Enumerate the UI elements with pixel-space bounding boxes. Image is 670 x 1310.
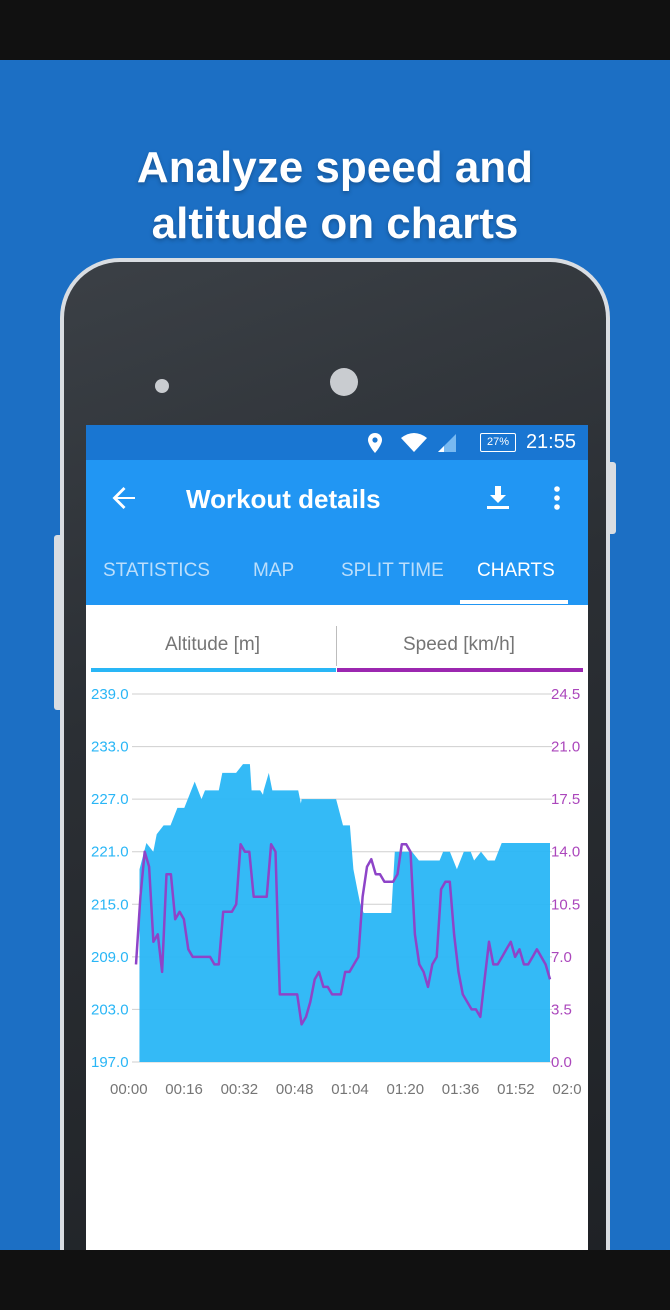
altitude-speed-chart: 239.0 24.5 233.0 21.0 227.0 17.5 221.0 14.0 215.… xyxy=(91,686,582,1098)
altitude-area xyxy=(139,764,550,1062)
x-tick-label: 01:36 xyxy=(442,1081,480,1098)
y-left-tick-label: 233.0 xyxy=(91,739,129,756)
headline-line-2: altitude on charts xyxy=(151,199,519,248)
phone-sensor xyxy=(155,379,169,393)
app-bar: Workout details STATISTICS MAP SPLIT TIM… xyxy=(86,460,588,605)
app-screen: 27% 21:55 Workout details STATISTICS MAP… xyxy=(86,425,588,1250)
y-right-tick-label: 14.0 xyxy=(551,844,580,861)
tab-split-time[interactable]: SPLIT TIME xyxy=(341,560,444,582)
tab-charts[interactable]: CHARTS xyxy=(477,560,555,582)
download-button[interactable] xyxy=(478,480,518,520)
y-right-tick-label: 17.5 xyxy=(551,791,580,808)
x-tick-label: 01:20 xyxy=(387,1081,425,1098)
y-right-tick-label: 10.5 xyxy=(551,896,580,913)
page-title: Workout details xyxy=(186,484,381,514)
y-left-tick-label: 215.0 xyxy=(91,896,129,913)
battery-indicator: 27% xyxy=(480,433,516,452)
system-bottom-bar xyxy=(0,1250,670,1310)
x-tick-label: 01:52 xyxy=(497,1081,535,1098)
x-tick-label: 00:00 xyxy=(110,1081,148,1098)
headline-line-1: Analyze speed and xyxy=(136,143,534,192)
system-top-bar xyxy=(0,0,670,60)
x-tick-label: 02:0 xyxy=(552,1081,581,1098)
toggle-divider xyxy=(336,626,337,666)
location-icon xyxy=(366,432,384,459)
x-tick-label: 00:16 xyxy=(165,1081,203,1098)
promo-headline: Analyze speed and altitude on charts xyxy=(0,140,670,252)
arrow-back-icon xyxy=(111,485,137,516)
back-button[interactable] xyxy=(104,480,144,520)
wifi-icon xyxy=(400,431,428,458)
tab-indicator xyxy=(460,600,568,604)
tab-map[interactable]: MAP xyxy=(253,560,294,582)
x-tick-label: 00:48 xyxy=(276,1081,314,1098)
speed-toggle[interactable]: Speed [km/h] xyxy=(403,634,515,656)
status-bar: 27% 21:55 xyxy=(86,425,588,460)
more-vert-icon xyxy=(553,485,561,516)
y-left-tick-label: 209.0 xyxy=(91,949,129,966)
y-left-tick-label: 227.0 xyxy=(91,791,129,808)
y-left-tick-label: 221.0 xyxy=(91,844,129,861)
signal-icon xyxy=(436,432,458,459)
x-tick-label: 01:04 xyxy=(331,1081,369,1098)
altitude-toggle[interactable]: Altitude [m] xyxy=(165,634,260,656)
altitude-underline xyxy=(91,668,336,672)
phone-camera xyxy=(330,368,358,396)
tab-statistics[interactable]: STATISTICS xyxy=(103,560,210,582)
y-left-tick-label: 203.0 xyxy=(91,1001,129,1018)
status-time: 21:55 xyxy=(525,431,576,453)
chart-toggle: Altitude [m] Speed [km/h] xyxy=(86,610,588,676)
y-right-tick-label: 0.0 xyxy=(551,1054,572,1071)
speed-underline xyxy=(337,668,583,672)
y-left-tick-label: 197.0 xyxy=(91,1054,129,1071)
download-icon xyxy=(486,485,510,516)
y-right-tick-label: 24.5 xyxy=(551,686,580,703)
y-right-tick-label: 7.0 xyxy=(551,949,572,966)
overflow-menu-button[interactable] xyxy=(537,480,577,520)
y-left-tick-label: 239.0 xyxy=(91,686,129,703)
y-right-tick-label: 3.5 xyxy=(551,1001,572,1018)
y-right-tick-label: 21.0 xyxy=(551,739,580,756)
x-tick-label: 00:32 xyxy=(221,1081,259,1098)
